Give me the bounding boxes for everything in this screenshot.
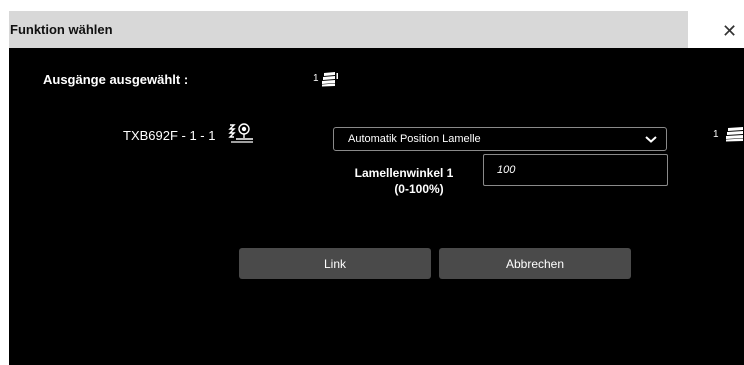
- dialog-title: Funktion wählen: [10, 22, 113, 37]
- function-select-value: Automatik Position Lamelle: [348, 133, 481, 145]
- sun-sensor-icon: [228, 123, 253, 143]
- function-select[interactable]: Automatik Position Lamelle: [333, 127, 667, 151]
- shutter-stack-icon: [726, 127, 743, 142]
- outputs-count: 1: [313, 73, 319, 84]
- outputs-selected-label: Ausgänge ausgewählt :: [43, 72, 189, 87]
- device-label: TXB692F - 1 - 1: [123, 128, 216, 143]
- close-icon[interactable]: ✕: [722, 22, 737, 40]
- slat-angle-input[interactable]: [483, 154, 668, 186]
- parameter-label-range: (0-100%): [394, 182, 444, 196]
- link-button[interactable]: Link: [239, 248, 431, 279]
- function-dialog: Funktion wählen Ausgänge ausgewählt : 1 …: [9, 11, 744, 365]
- dialog-titlebar: Funktion wählen: [9, 11, 688, 48]
- shutter-stack-icon: [322, 72, 338, 87]
- chevron-down-icon: [645, 136, 657, 143]
- cancel-button[interactable]: Abbrechen: [439, 248, 631, 279]
- right-outputs-count: 1: [713, 129, 719, 140]
